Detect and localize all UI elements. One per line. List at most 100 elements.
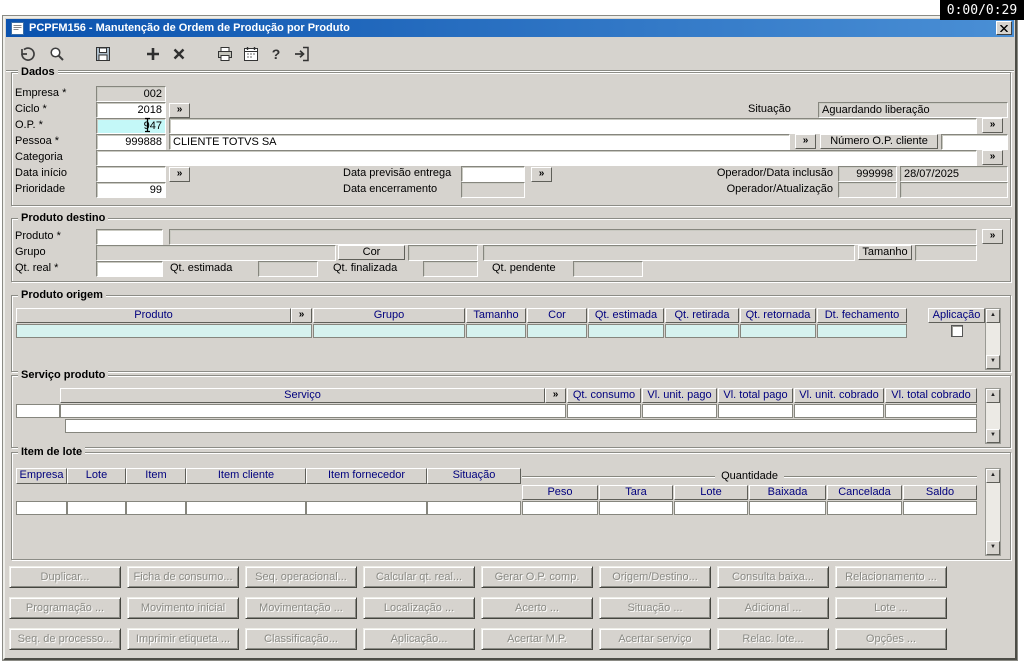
col-header-cancelada[interactable]: Cancelada — [827, 485, 902, 500]
col-header-vl-unit-cobrado[interactable]: Vl. unit. cobrado — [794, 388, 884, 403]
ciclo-lookup-button[interactable]: » — [169, 103, 190, 118]
grid-cell-item-fornecedor[interactable] — [306, 501, 427, 515]
btn-lote[interactable]: Lote ... — [835, 597, 947, 619]
grid-cell-grupo[interactable] — [313, 324, 465, 338]
pessoa-field[interactable]: 999888 — [96, 134, 166, 150]
grid-cell-servico-descricao[interactable] — [65, 419, 977, 433]
grid-cell-servico[interactable] — [60, 404, 566, 418]
scroll-track[interactable] — [986, 323, 1000, 355]
col-header-baixada[interactable]: Baixada — [749, 485, 826, 500]
col-header-item-fornecedor[interactable]: Item fornecedor — [306, 468, 427, 484]
exit-icon[interactable] — [290, 42, 314, 66]
col-header-situacao[interactable]: Situação — [427, 468, 521, 484]
close-button[interactable] — [996, 21, 1012, 35]
btn-localizacao[interactable]: Localização ... — [363, 597, 475, 619]
grid-cell-situacao[interactable] — [427, 501, 521, 515]
produto-descricao-field[interactable] — [169, 229, 977, 245]
categoria-field[interactable] — [96, 150, 977, 166]
col-header-grupo[interactable]: Grupo — [313, 308, 465, 323]
data-previsao-entrega-lookup-button[interactable]: » — [531, 167, 552, 182]
col-header-lote-qtd[interactable]: Lote — [674, 485, 748, 500]
qt-finalizada-field[interactable] — [423, 261, 478, 277]
servico-lookup-button[interactable]: » — [545, 388, 566, 403]
scroll-down-button[interactable]: ▼ — [986, 429, 1000, 443]
col-header-tara[interactable]: Tara — [599, 485, 673, 500]
scroll-track[interactable] — [986, 403, 1000, 429]
grid-cell-vl-unit-pago[interactable] — [642, 404, 717, 418]
col-header-servico[interactable]: Serviço — [60, 388, 545, 403]
data-inclusao-field[interactable]: 28/07/2025 — [900, 166, 1008, 182]
grid-cell-item-cliente[interactable] — [186, 501, 306, 515]
grid-cell-baixada[interactable] — [749, 501, 826, 515]
produto-lookup-button[interactable]: » — [982, 229, 1003, 244]
grid-cell-cor[interactable] — [527, 324, 587, 338]
pessoa-lookup-button[interactable]: » — [795, 134, 816, 149]
btn-situacao[interactable]: Situação ... — [599, 597, 711, 619]
col-header-dt-fechamento[interactable]: Dt. fechamento — [817, 308, 907, 323]
btn-movimentacao[interactable]: Movimentação ... — [245, 597, 357, 619]
grid-cell-tamanho[interactable] — [466, 324, 526, 338]
btn-acerto[interactable]: Acerto ... — [481, 597, 593, 619]
grid-cell-qt-retornada[interactable] — [740, 324, 816, 338]
grid-cell-produto[interactable] — [16, 324, 312, 338]
col-header-saldo[interactable]: Saldo — [903, 485, 977, 500]
grid-cell-lote-qtd[interactable] — [674, 501, 748, 515]
btn-consulta-baixa[interactable]: Consulta baixa... — [717, 566, 829, 588]
operador-inclusao-field[interactable]: 999998 — [838, 166, 897, 182]
grupo-field[interactable] — [96, 245, 336, 261]
scroll-up-button[interactable]: ▲ — [986, 469, 1000, 483]
col-header-vl-total-cobrado[interactable]: Vl. total cobrado — [885, 388, 977, 403]
grid-cell-item[interactable] — [126, 501, 186, 515]
op-lookup-button[interactable]: » — [982, 118, 1003, 133]
btn-movimento-inicial[interactable]: Movimento inicial — [127, 597, 239, 619]
item-de-lote-scrollbar[interactable]: ▲ ▼ — [985, 468, 1001, 556]
produto-origem-scrollbar[interactable]: ▲ ▼ — [985, 308, 1001, 370]
save-icon[interactable] — [91, 42, 115, 66]
btn-classificacao[interactable]: Classificação... — [245, 628, 357, 650]
grid-cell-tara[interactable] — [599, 501, 673, 515]
btn-programacao[interactable]: Programação ... — [9, 597, 121, 619]
data-previsao-entrega-field[interactable] — [461, 166, 525, 182]
col-header-vl-total-pago[interactable]: Vl. total pago — [718, 388, 793, 403]
grid-cell-vl-total-cobrado[interactable] — [885, 404, 977, 418]
col-header-qt-estimada[interactable]: Qt. estimada — [588, 308, 664, 323]
btn-ficha-consumo[interactable]: Ficha de consumo... — [127, 566, 239, 588]
situacao-field[interactable]: Aguardando liberação — [818, 102, 1008, 118]
search-icon[interactable] — [45, 42, 69, 66]
qt-estimada-field[interactable] — [258, 261, 318, 277]
empresa-field[interactable]: 002 — [96, 86, 166, 102]
grid-cell-qt-retirada[interactable] — [665, 324, 739, 338]
grid-cell-dt-fechamento[interactable] — [817, 324, 907, 338]
titlebar[interactable]: PCPFM156 - Manutenção de Ordem de Produç… — [6, 19, 1014, 37]
help-icon[interactable]: ? — [264, 42, 288, 66]
grid-cell-lote[interactable] — [67, 501, 126, 515]
data-inicio-field[interactable] — [96, 166, 166, 182]
col-header-aplicacao[interactable]: Aplicação — [928, 308, 985, 323]
col-header-qt-consumo[interactable]: Qt. consumo — [567, 388, 641, 403]
col-header-qt-retirada[interactable]: Qt. retirada — [665, 308, 739, 323]
col-header-lote[interactable]: Lote — [67, 468, 126, 484]
descricao-complementar-field[interactable] — [483, 245, 855, 261]
scroll-up-button[interactable]: ▲ — [986, 309, 1000, 323]
grid-cell-peso[interactable] — [522, 501, 598, 515]
qt-pendente-field[interactable] — [573, 261, 643, 277]
cor-field[interactable] — [408, 245, 478, 261]
qt-real-field[interactable] — [96, 261, 163, 277]
scroll-track[interactable] — [986, 483, 1000, 541]
btn-adicional[interactable]: Adicional ... — [717, 597, 829, 619]
pessoa-nome-field[interactable]: CLIENTE TOTVS SA — [169, 134, 790, 150]
grid-cell-vl-total-pago[interactable] — [718, 404, 793, 418]
categoria-lookup-button[interactable]: » — [982, 150, 1003, 165]
produto-codigo-field[interactable] — [96, 229, 163, 245]
numero-op-cliente-field[interactable] — [941, 134, 1008, 150]
calendar-icon[interactable] — [239, 42, 263, 66]
undo-icon[interactable] — [15, 42, 39, 66]
ciclo-field[interactable]: 2018 — [96, 102, 166, 118]
btn-imprimir-etiqueta[interactable]: Imprimir etiqueta ... — [127, 628, 239, 650]
scroll-down-button[interactable]: ▼ — [986, 541, 1000, 555]
servico-produto-scrollbar[interactable]: ▲ ▼ — [985, 388, 1001, 444]
data-inicio-lookup-button[interactable]: » — [169, 167, 190, 182]
operador-atualizacao-field[interactable] — [838, 182, 897, 198]
col-header-vl-unit-pago[interactable]: Vl. unit. pago — [642, 388, 717, 403]
grid-cell-servico-codigo[interactable] — [16, 404, 60, 418]
